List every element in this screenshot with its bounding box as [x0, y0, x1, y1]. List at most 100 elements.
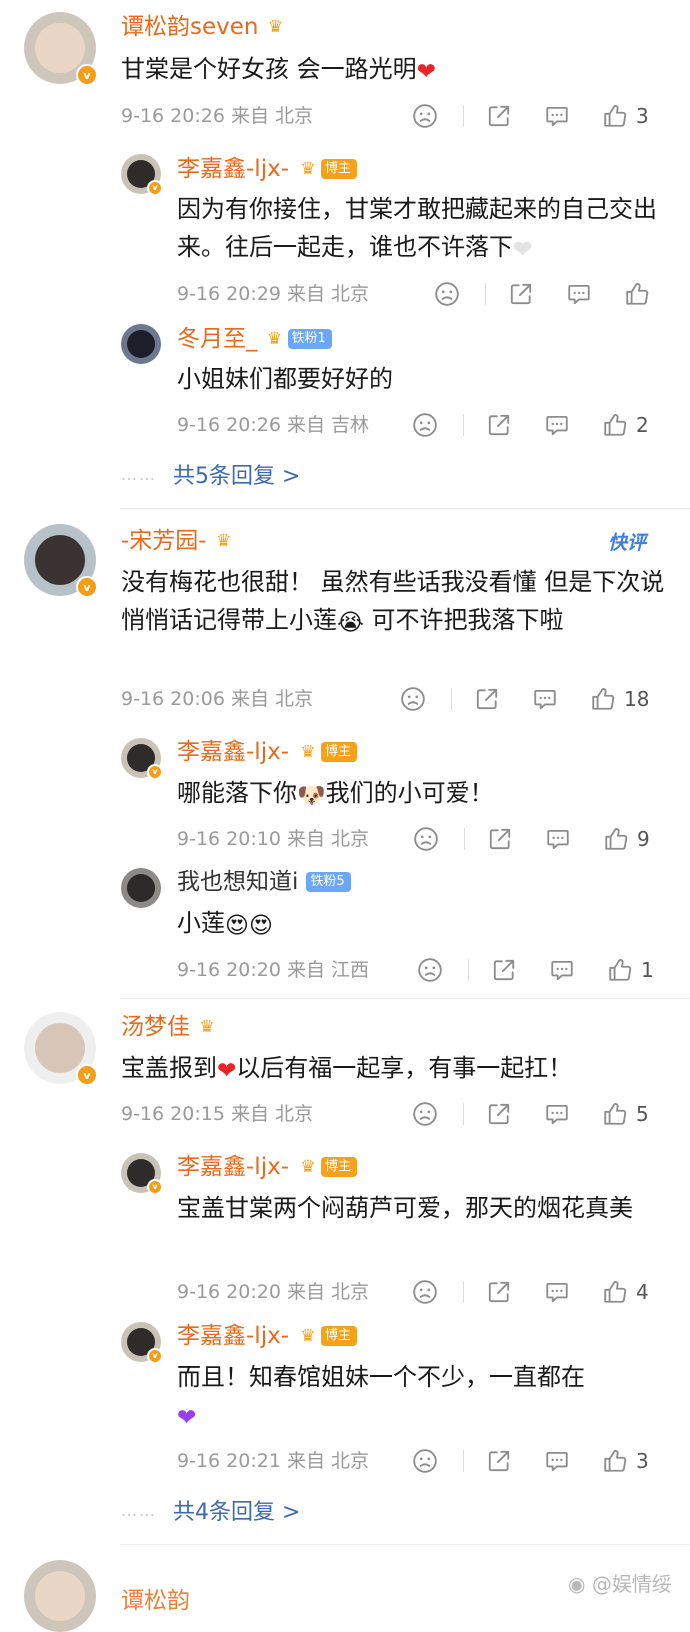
- blogger-tag: 博主: [321, 159, 358, 179]
- blogger-tag: 博主: [321, 742, 358, 762]
- more-replies-link[interactable]: …… 共5条回复 >: [121, 458, 300, 490]
- username-label: 李嘉鑫-ljx-: [177, 1323, 289, 1349]
- reply-text: 哪能落下你🐶我们的小可爱！: [177, 774, 662, 815]
- avatar[interactable]: [121, 324, 161, 364]
- location: 来自 江西: [286, 959, 370, 981]
- comment-icon: [532, 686, 558, 712]
- divider: [463, 105, 464, 127]
- avatar[interactable]: v: [121, 154, 163, 196]
- avatar[interactable]: v: [24, 524, 98, 598]
- comment-button[interactable]: [549, 955, 575, 985]
- comment-body: 宝盖报到: [121, 1054, 217, 1082]
- like-button[interactable]: 4: [602, 1277, 649, 1307]
- share-button[interactable]: [486, 1099, 512, 1129]
- comment-button[interactable]: [566, 279, 592, 309]
- action-bar: 18: [400, 684, 660, 714]
- comment-button[interactable]: [544, 1446, 570, 1476]
- reply-text: 因为有你接住，甘棠才敢把藏起来的自己交出来。往后一起走，谁也不许落下❤: [177, 190, 662, 269]
- more-replies-link[interactable]: …… 共4条回复 >: [121, 1494, 300, 1526]
- like-button[interactable]: 18: [590, 684, 649, 714]
- avatar[interactable]: v: [121, 1322, 163, 1364]
- thumbs-up-icon: [602, 412, 628, 438]
- dislike-button[interactable]: [434, 279, 460, 309]
- share-icon: [486, 1101, 512, 1127]
- like-button[interactable]: 9: [603, 824, 650, 854]
- username-label: 谭松韵seven: [121, 14, 259, 40]
- like-button[interactable]: 3: [602, 101, 649, 131]
- comment-button[interactable]: [545, 824, 571, 854]
- reply-username[interactable]: 冬月至_ ♛ 铁粉1: [177, 324, 332, 354]
- avatar[interactable]: [121, 868, 161, 908]
- comment-username[interactable]: 谭松韵seven ♛: [121, 12, 286, 42]
- like-button[interactable]: 1: [607, 955, 654, 985]
- reply-username[interactable]: 李嘉鑫-ljx- ♛ 博主: [177, 1321, 358, 1351]
- dislike-button[interactable]: [400, 684, 426, 714]
- avatar[interactable]: v: [121, 738, 163, 780]
- avatar[interactable]: v: [24, 12, 98, 86]
- share-button[interactable]: [474, 684, 500, 714]
- comment-divider: [120, 1544, 690, 1545]
- quick-review-badge: 快评: [608, 528, 646, 555]
- action-bar: 5: [412, 1099, 652, 1129]
- divider: [463, 1103, 464, 1125]
- avatar[interactable]: v: [121, 1153, 163, 1195]
- share-button[interactable]: [491, 955, 517, 985]
- thumbs-up-icon: [602, 1448, 628, 1474]
- watermark: ◉ @娱情绥: [568, 1568, 672, 1597]
- dislike-button[interactable]: [412, 1446, 438, 1476]
- username-label: 汤梦佳: [121, 1014, 190, 1040]
- comment-button[interactable]: [532, 684, 558, 714]
- verified-badge-icon: v: [76, 576, 98, 598]
- dislike-button[interactable]: [412, 101, 438, 131]
- crown-icon: ♛: [267, 17, 284, 37]
- comment-username[interactable]: -宋芳园- ♛: [121, 526, 235, 556]
- comment-username[interactable]: 谭松韵: [121, 1586, 190, 1616]
- dislike-button[interactable]: [412, 1277, 438, 1307]
- reply-username[interactable]: 李嘉鑫-ljx- ♛ 博主: [177, 154, 358, 184]
- verified-badge-icon: v: [147, 180, 163, 196]
- dislike-button[interactable]: [412, 410, 438, 440]
- avatar[interactable]: [24, 1560, 96, 1632]
- crying-face-icon: 😭: [337, 610, 364, 636]
- like-button[interactable]: [624, 279, 650, 309]
- frown-face-icon: [434, 281, 460, 307]
- blogger-tag: 博主: [321, 1157, 358, 1177]
- share-button[interactable]: [487, 824, 513, 854]
- reply-username[interactable]: 李嘉鑫-ljx- ♛ 博主: [177, 737, 358, 767]
- like-button[interactable]: 2: [602, 410, 649, 440]
- reply-meta: 9-16 20:10 来自 北京: [177, 827, 369, 851]
- dislike-button[interactable]: [412, 1099, 438, 1129]
- comment-button[interactable]: [544, 101, 570, 131]
- comment-button[interactable]: [544, 1277, 570, 1307]
- share-icon: [486, 1279, 512, 1305]
- reply-username[interactable]: 李嘉鑫-ljx- ♛ 博主: [177, 1152, 358, 1182]
- share-button[interactable]: [486, 1277, 512, 1307]
- share-button[interactable]: [486, 1446, 512, 1476]
- dislike-button[interactable]: [413, 824, 439, 854]
- timestamp: 9-16 20:26: [177, 414, 281, 436]
- dislike-button[interactable]: [417, 955, 443, 985]
- comment-divider: [120, 508, 690, 509]
- fan-tag: 铁粉5: [306, 872, 351, 892]
- username-label: 李嘉鑫-ljx-: [177, 156, 289, 182]
- comment-body-tail: 可不许把我落下啦: [371, 606, 564, 634]
- comment-button[interactable]: [544, 1099, 570, 1129]
- like-button[interactable]: 3: [602, 1446, 649, 1476]
- like-button[interactable]: 5: [602, 1099, 649, 1129]
- crown-icon: ♛: [300, 1326, 316, 1346]
- like-count: 3: [636, 1449, 649, 1473]
- comment-text: 甘棠是个好女孩 会一路光明❤: [121, 50, 661, 91]
- action-bar: 3: [412, 101, 652, 131]
- share-button[interactable]: [486, 410, 512, 440]
- share-button[interactable]: [508, 279, 534, 309]
- frown-face-icon: [417, 957, 443, 983]
- share-button[interactable]: [486, 101, 512, 131]
- reply-username[interactable]: 我也想知道i 铁粉5: [177, 867, 351, 897]
- reply-body: 小姐妹们都要好好的: [177, 365, 393, 393]
- comment-icon: [544, 1448, 570, 1474]
- verified-badge-icon: v: [147, 1348, 163, 1364]
- divider: [485, 283, 486, 305]
- avatar[interactable]: v: [24, 1012, 98, 1086]
- comment-username[interactable]: 汤梦佳 ♛: [121, 1012, 218, 1042]
- comment-button[interactable]: [544, 410, 570, 440]
